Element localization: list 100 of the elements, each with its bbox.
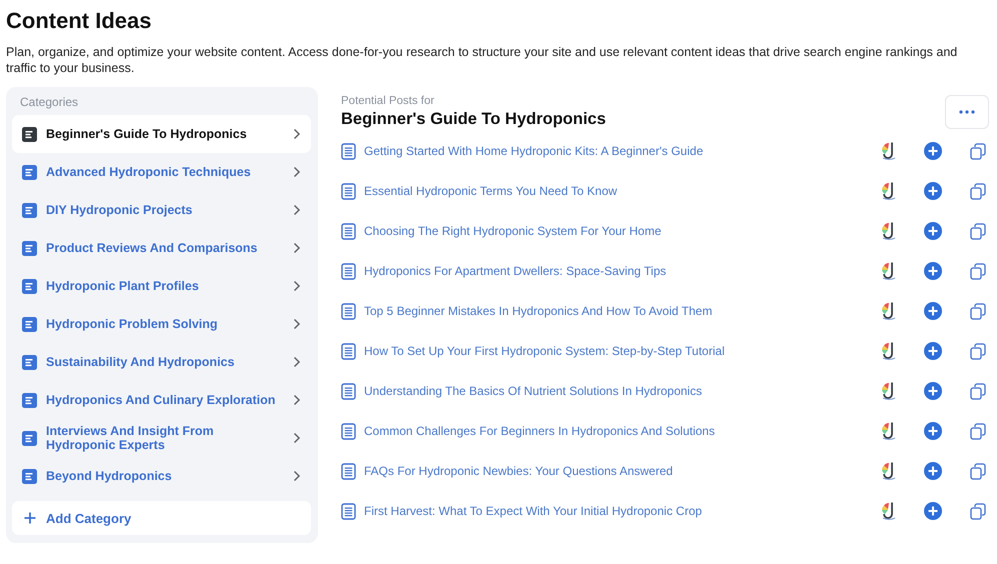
- copy-icon: [970, 462, 986, 480]
- copy-icon: [970, 502, 986, 520]
- plus-icon: [24, 512, 36, 524]
- hook-icon: [880, 221, 898, 241]
- post-idea-link[interactable]: Understanding The Basics Of Nutrient Solutions In Hydroponics: [364, 384, 870, 398]
- copy-icon: [970, 182, 986, 200]
- document-icon: [341, 142, 356, 160]
- post-idea-link[interactable]: Top 5 Beginner Mistakes In Hydroponics And How To Avoid Them: [364, 304, 870, 318]
- copy-icon: [970, 142, 986, 160]
- chevron-right-icon: [293, 356, 301, 368]
- document-icon: [22, 202, 37, 218]
- category-label: Hydroponic Plant Profiles: [46, 279, 200, 293]
- copy-icon: [970, 382, 986, 400]
- add-post-button[interactable]: [922, 460, 944, 482]
- document-icon: [22, 278, 37, 294]
- add-post-button[interactable]: [922, 300, 944, 322]
- add-post-button[interactable]: [922, 500, 944, 522]
- chevron-right-icon: [293, 128, 301, 140]
- category-label: Hydroponics And Culinary Exploration: [46, 393, 276, 407]
- post-idea-link[interactable]: How To Set Up Your First Hydroponic System: Step-by-Step Tutorial: [364, 344, 870, 358]
- posts-subtitle: Potential Posts for: [341, 95, 436, 107]
- categories-heading: Categories: [19, 95, 80, 111]
- page-description: Plan, organize, and optimize your website content. Access done-for-you research to structure your site and use relevant content ideas that drive search engine rankings and traffic to your business.: [6, 44, 958, 76]
- hook-icon: [880, 381, 898, 401]
- category-item[interactable]: DIY Hydroponic Projects: [12, 191, 311, 229]
- document-icon: [341, 182, 356, 200]
- category-item[interactable]: Sustainability And Hydroponics: [12, 343, 311, 381]
- hook-icon: [880, 341, 898, 361]
- category-item[interactable]: Hydroponic Plant Profiles: [12, 267, 311, 305]
- hook-icon: [880, 141, 898, 161]
- category-item[interactable]: Interviews And Insight From Hydroponic Experts: [12, 419, 311, 457]
- add-post-button[interactable]: [922, 140, 944, 162]
- document-icon: [341, 422, 356, 440]
- plus-circle-icon: [924, 382, 942, 400]
- category-item[interactable]: Hydroponics And Culinary Exploration: [12, 381, 311, 419]
- document-icon: [22, 354, 37, 370]
- more-icon: [959, 110, 975, 114]
- category-label: Product Reviews And Comparisons: [46, 241, 258, 255]
- hook-icon: [880, 261, 898, 281]
- chevron-right-icon: [293, 280, 301, 292]
- document-icon: [341, 462, 356, 480]
- post-idea-link[interactable]: Getting Started With Home Hydroponic Kits: A Beginner's Guide: [364, 144, 870, 158]
- posts-title: Beginner's Guide To Hydroponics: [341, 110, 606, 129]
- category-item[interactable]: Hydroponic Problem Solving: [12, 305, 311, 343]
- plus-circle-icon: [924, 142, 942, 160]
- hook-icon: [880, 301, 898, 321]
- copy-icon: [970, 262, 986, 280]
- post-idea-link[interactable]: Common Challenges For Beginners In Hydroponics And Solutions: [364, 424, 870, 438]
- copy-icon: [970, 302, 986, 320]
- post-idea-link[interactable]: Choosing The Right Hydroponic System For Your Home: [364, 224, 870, 238]
- category-item[interactable]: Product Reviews And Comparisons: [12, 229, 311, 267]
- copy-icon: [970, 422, 986, 440]
- document-icon: [22, 126, 37, 142]
- add-post-button[interactable]: [922, 420, 944, 442]
- category-label: Advanced Hydroponic Techniques: [46, 165, 252, 179]
- add-post-button[interactable]: [922, 180, 944, 202]
- plus-circle-icon: [924, 502, 942, 520]
- document-icon: [341, 222, 356, 240]
- document-icon: [341, 262, 356, 280]
- hook-icon: [880, 501, 898, 521]
- category-item[interactable]: Advanced Hydroponic Techniques: [12, 153, 311, 191]
- post-idea-link[interactable]: First Harvest: What To Expect With Your Initial Hydroponic Crop: [364, 504, 870, 518]
- category-label: Beginner's Guide To Hydroponics: [46, 127, 248, 141]
- document-icon: [341, 302, 356, 320]
- document-icon: [341, 502, 356, 520]
- category-item[interactable]: Beyond Hydroponics: [12, 457, 311, 495]
- chevron-right-icon: [293, 470, 301, 482]
- copy-icon: [970, 222, 986, 240]
- document-icon: [341, 342, 356, 360]
- add-post-button[interactable]: [922, 220, 944, 242]
- chevron-right-icon: [293, 242, 301, 254]
- post-idea-link[interactable]: Hydroponics For Apartment Dwellers: Space-Saving Tips: [364, 264, 870, 278]
- post-idea-link[interactable]: FAQs For Hydroponic Newbies: Your Questions Answered: [364, 464, 870, 478]
- category-label: DIY Hydroponic Projects: [46, 203, 194, 217]
- hook-icon: [880, 181, 898, 201]
- hook-icon: [880, 461, 898, 481]
- plus-circle-icon: [924, 302, 942, 320]
- document-icon: [22, 392, 37, 408]
- chevron-right-icon: [293, 318, 301, 330]
- document-icon: [22, 316, 37, 332]
- document-icon: [22, 164, 37, 180]
- add-post-button[interactable]: [922, 260, 944, 282]
- document-icon: [22, 240, 37, 256]
- document-icon: [22, 468, 37, 484]
- chevron-right-icon: [293, 432, 301, 444]
- add-post-button[interactable]: [922, 340, 944, 362]
- add-category-button[interactable]: Add Category: [12, 501, 311, 535]
- plus-circle-icon: [924, 182, 942, 200]
- chevron-right-icon: [293, 166, 301, 178]
- add-post-button[interactable]: [922, 380, 944, 402]
- plus-circle-icon: [924, 342, 942, 360]
- category-label: Interviews And Insight From Hydroponic Experts: [46, 424, 215, 452]
- post-idea-link[interactable]: Essential Hydroponic Terms You Need To Know: [364, 184, 870, 198]
- chevron-right-icon: [293, 204, 301, 216]
- copy-icon: [970, 342, 986, 360]
- hook-icon: [880, 421, 898, 441]
- category-label: Beyond Hydroponics: [46, 469, 173, 483]
- page-title: Content Ideas: [6, 8, 152, 34]
- plus-circle-icon: [924, 262, 942, 280]
- category-item[interactable]: Beginner's Guide To Hydroponics: [12, 115, 311, 153]
